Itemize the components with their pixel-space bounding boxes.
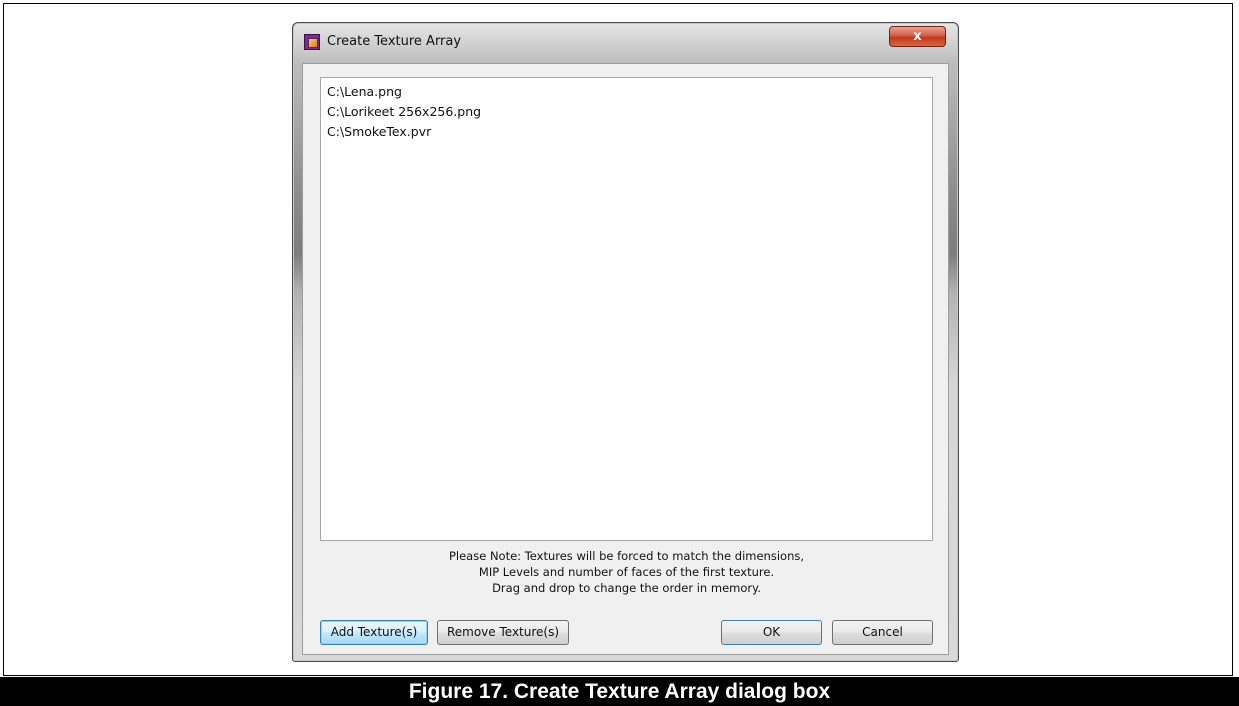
window-title: Create Texture Array (327, 34, 462, 49)
app-icon (304, 34, 320, 50)
texture-list[interactable]: C:\Lena.png C:\Lorikeet 256x256.png C:\S… (320, 77, 933, 541)
list-item[interactable]: C:\Lorikeet 256x256.png (327, 104, 481, 119)
title-bar[interactable]: Create Texture Array x (293, 23, 958, 63)
close-button[interactable]: x (889, 26, 946, 47)
list-item[interactable]: C:\SmokeTex.pvr (327, 124, 431, 139)
add-textures-button[interactable]: Add Texture(s) (320, 620, 428, 645)
note-text: Please Note: Textures will be forced to … (320, 548, 933, 596)
note-line: Please Note: Textures will be forced to … (448, 549, 805, 563)
note-line: MIP Levels and number of faces of the fi… (478, 565, 775, 579)
dialog-client-area: C:\Lena.png C:\Lorikeet 256x256.png C:\S… (302, 63, 949, 655)
cancel-button[interactable]: Cancel (832, 620, 933, 645)
dialog-window: Create Texture Array x C:\Lena.png C:\Lo… (292, 22, 959, 662)
figure-frame: Create Texture Array x C:\Lena.png C:\Lo… (3, 3, 1233, 676)
close-icon: x (913, 29, 922, 44)
figure-caption: Figure 17. Create Texture Array dialog b… (0, 677, 1239, 706)
ok-button[interactable]: OK (721, 620, 822, 645)
remove-textures-button[interactable]: Remove Texture(s) (437, 620, 569, 645)
note-line: Drag and drop to change the order in mem… (492, 581, 761, 595)
list-item[interactable]: C:\Lena.png (327, 84, 402, 99)
